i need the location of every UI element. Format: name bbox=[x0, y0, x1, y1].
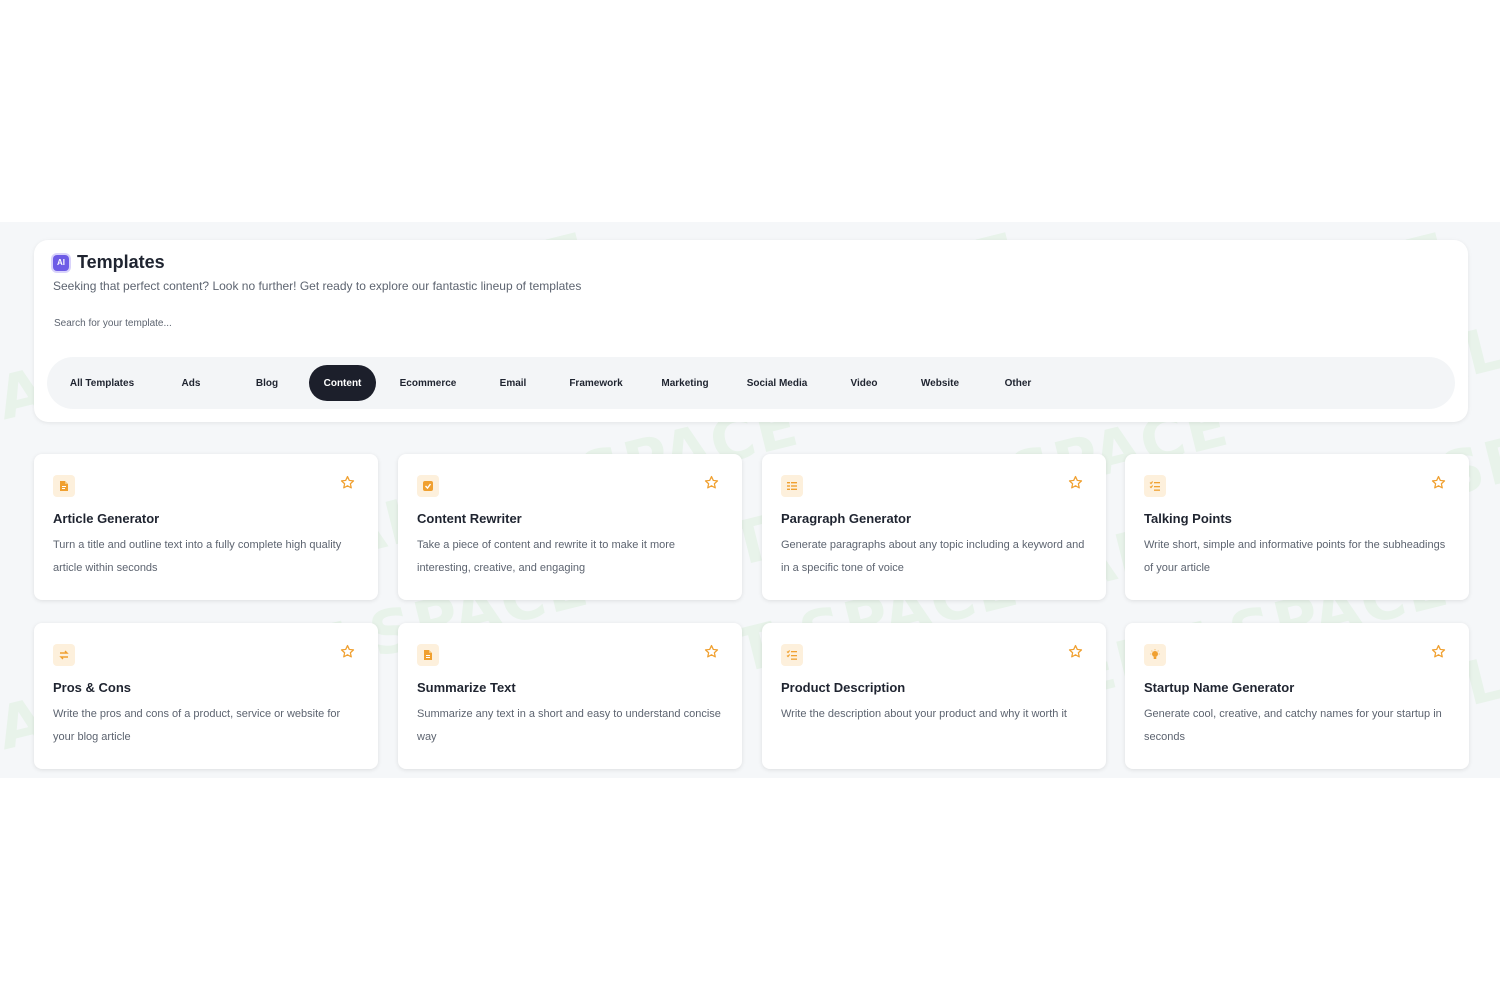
list-check-icon bbox=[781, 644, 803, 666]
page-subtitle: Seeking that perfect content? Look no fu… bbox=[53, 279, 582, 293]
card-title: Startup Name Generator bbox=[1144, 680, 1295, 695]
ai-chip-icon: AI bbox=[53, 254, 69, 271]
star-icon[interactable] bbox=[1431, 644, 1446, 659]
template-card-pros-cons[interactable]: Pros & Cons Write the pros and cons of a… bbox=[34, 623, 378, 769]
checklist-icon bbox=[1144, 475, 1166, 497]
card-description: Write the description about your product… bbox=[781, 708, 1067, 720]
star-icon[interactable] bbox=[340, 644, 355, 659]
card-description: Take a piece of content and rewrite it t… bbox=[417, 539, 676, 574]
tab-blog[interactable]: Blog bbox=[241, 365, 293, 401]
tab-ads[interactable]: Ads bbox=[166, 365, 216, 401]
template-card-product-description[interactable]: Product Description Write the descriptio… bbox=[762, 623, 1106, 769]
tab-ecommerce[interactable]: Ecommerce bbox=[392, 365, 464, 401]
template-card-summarize-text[interactable]: Summarize Text Summarize any text in a s… bbox=[398, 623, 742, 769]
tab-email[interactable]: Email bbox=[489, 365, 537, 401]
tab-video[interactable]: Video bbox=[839, 365, 889, 401]
card-description: Write short, simple and informative poin… bbox=[1144, 539, 1446, 574]
file-text-icon bbox=[417, 644, 439, 666]
star-icon[interactable] bbox=[704, 644, 719, 659]
card-title: Product Description bbox=[781, 680, 906, 695]
star-icon[interactable] bbox=[1068, 475, 1083, 490]
tab-social-media[interactable]: Social Media bbox=[739, 365, 815, 401]
card-description: Generate paragraphs about any topic incl… bbox=[781, 539, 1085, 574]
tab-other[interactable]: Other bbox=[994, 365, 1042, 401]
templates-header-card: AI Templates Seeking that perfect conten… bbox=[34, 240, 1468, 422]
lightbulb-icon bbox=[1144, 644, 1166, 666]
tab-framework[interactable]: Framework bbox=[561, 365, 631, 401]
card-description: Write the pros and cons of a product, se… bbox=[53, 708, 341, 743]
card-title: Content Rewriter bbox=[417, 511, 522, 526]
paragraph-icon bbox=[781, 475, 803, 497]
card-description: Turn a title and outline text into a ful… bbox=[53, 539, 342, 574]
card-title: Article Generator bbox=[53, 511, 160, 526]
star-icon[interactable] bbox=[1431, 475, 1446, 490]
template-card-content-rewriter[interactable]: Content Rewriter Take a piece of content… bbox=[398, 454, 742, 600]
swap-icon bbox=[53, 644, 75, 666]
card-title: Talking Points bbox=[1144, 511, 1232, 526]
page-title: Templates bbox=[77, 252, 165, 272]
category-tabs: All Templates Ads Blog Content Ecommerce… bbox=[47, 357, 1455, 409]
card-title: Paragraph Generator bbox=[781, 511, 912, 526]
star-icon[interactable] bbox=[1068, 644, 1083, 659]
template-card-talking-points[interactable]: Talking Points Write short, simple and i… bbox=[1125, 454, 1469, 600]
document-icon bbox=[53, 475, 75, 497]
template-card-startup-name-generator[interactable]: Startup Name Generator Generate cool, cr… bbox=[1125, 623, 1469, 769]
check-square-icon bbox=[417, 475, 439, 497]
card-title: Pros & Cons bbox=[53, 680, 132, 695]
star-icon[interactable] bbox=[340, 475, 355, 490]
title-row: AI Templates bbox=[53, 252, 165, 273]
star-icon[interactable] bbox=[704, 475, 719, 490]
card-title: Summarize Text bbox=[417, 680, 516, 695]
tab-content[interactable]: Content bbox=[309, 365, 376, 401]
tab-website[interactable]: Website bbox=[912, 365, 968, 401]
tab-all-templates[interactable]: All Templates bbox=[61, 365, 143, 401]
card-description: Generate cool, creative, and catchy name… bbox=[1144, 708, 1442, 743]
template-card-article-generator[interactable]: Article Generator Turn a title and outli… bbox=[34, 454, 378, 600]
card-description: Summarize any text in a short and easy t… bbox=[417, 708, 721, 743]
template-card-paragraph-generator[interactable]: Paragraph Generator Generate paragraphs … bbox=[762, 454, 1106, 600]
search-input[interactable] bbox=[54, 312, 654, 334]
tab-marketing[interactable]: Marketing bbox=[652, 365, 718, 401]
